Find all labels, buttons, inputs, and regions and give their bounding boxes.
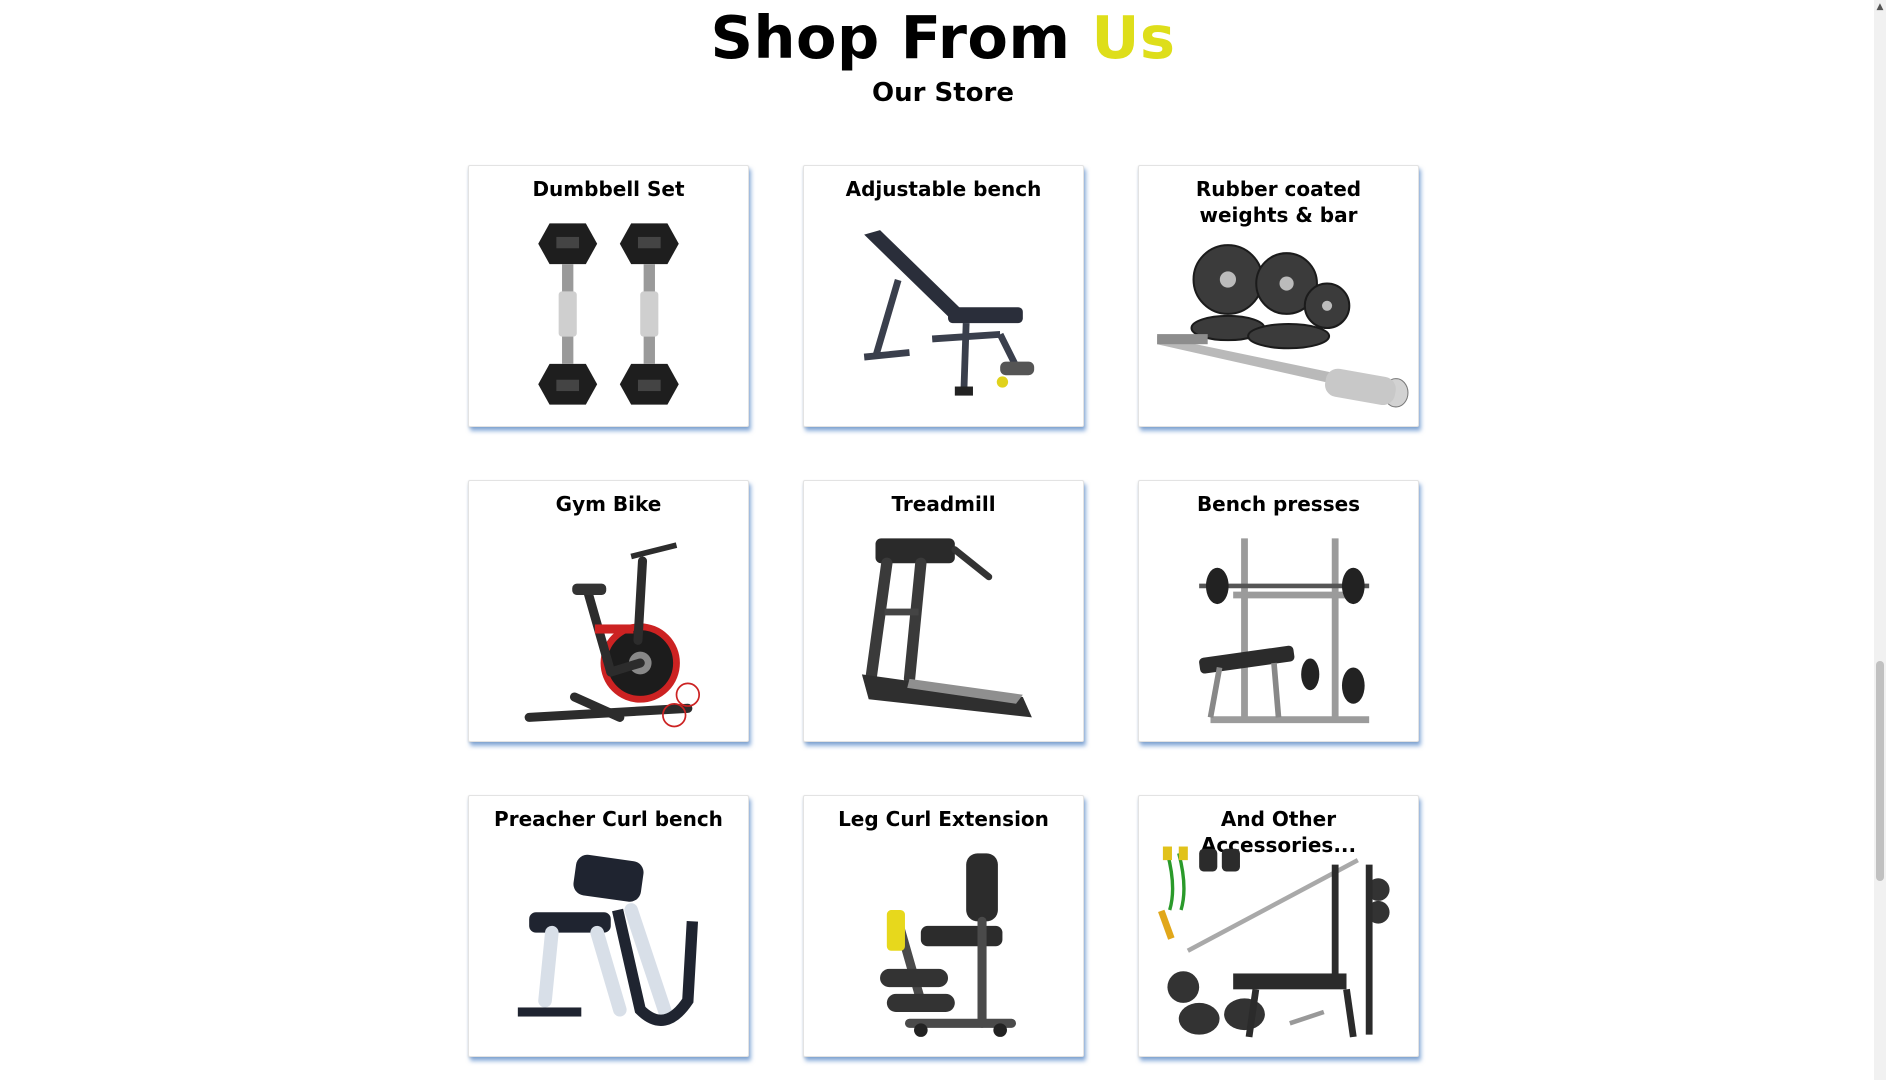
product-card-accessories[interactable]: And Other Accessories...	[1138, 795, 1419, 1057]
product-title: Dumbbell Set	[532, 177, 685, 201]
product-card-dumbbell-set[interactable]: Dumbbell Set	[468, 165, 749, 427]
product-card-leg-curl-extension[interactable]: Leg Curl Extension	[803, 795, 1084, 1057]
product-card-treadmill[interactable]: Treadmill	[803, 480, 1084, 742]
dumbbell-set-icon	[477, 212, 740, 416]
product-title: Preacher Curl bench	[494, 807, 723, 831]
product-title: Rubber coated weights & bar	[1195, 177, 1362, 227]
gym-bike-icon	[477, 527, 740, 731]
product-title: Leg Curl Extension	[838, 807, 1049, 831]
scroll-up-arrow-icon[interactable]: ▲	[1874, 0, 1886, 14]
weights-and-bar-icon	[1147, 234, 1410, 416]
product-grid: Dumbbell Set Adjustable bench Rubber coa…	[468, 165, 1419, 1057]
product-title: Gym Bike	[555, 492, 662, 516]
product-title: Adjustable bench	[845, 177, 1042, 201]
accessories-icon	[1147, 842, 1410, 1046]
product-card-bench-press[interactable]: Bench presses	[1138, 480, 1419, 742]
section-heading: Shop From Us Our Store	[0, 0, 1886, 110]
bench-press-icon	[1147, 527, 1410, 731]
page-subtitle: Our Store	[872, 78, 1014, 108]
title-accent: Us	[1091, 3, 1176, 72]
page-title: Shop From Us	[0, 0, 1886, 70]
product-card-adjustable-bench[interactable]: Adjustable bench	[803, 165, 1084, 427]
title-main: Shop From	[710, 3, 1071, 72]
product-card-gym-bike[interactable]: Gym Bike	[468, 480, 749, 742]
scrollbar-thumb[interactable]	[1876, 661, 1884, 881]
leg-curl-extension-icon	[812, 842, 1075, 1046]
product-card-weights-and-bar[interactable]: Rubber coated weights & bar	[1138, 165, 1419, 427]
adjustable-bench-icon	[812, 212, 1075, 416]
treadmill-icon	[812, 527, 1075, 731]
product-title: Bench presses	[1196, 492, 1361, 516]
page: Shop From Us Our Store Dumbbell Set Adju…	[0, 0, 1886, 1080]
product-title: Treadmill	[891, 492, 996, 516]
product-card-preacher-curl-bench[interactable]: Preacher Curl bench	[468, 795, 749, 1057]
preacher-curl-bench-icon	[477, 842, 740, 1046]
vertical-scrollbar[interactable]: ▲	[1874, 0, 1886, 1080]
